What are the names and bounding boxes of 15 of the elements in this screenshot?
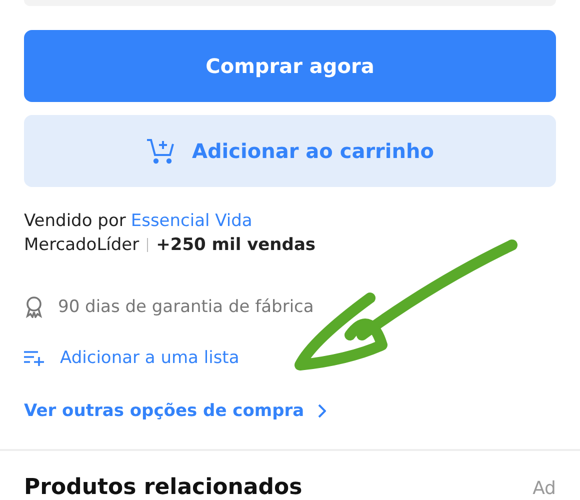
add-to-list-link[interactable]: Adicionar a uma lista	[60, 348, 240, 368]
seller-link[interactable]: Essencial Vida	[130, 209, 252, 233]
section-title: Produtos relacionados	[24, 475, 302, 500]
list-add-icon	[24, 350, 46, 366]
add-to-cart-button[interactable]: Adicionar ao carrinho	[24, 115, 556, 187]
chevron-right-icon	[318, 404, 326, 418]
award-icon	[24, 296, 44, 318]
buy-now-button[interactable]: Comprar agora	[24, 30, 556, 102]
cart-add-icon	[146, 138, 176, 164]
seller-level-label: MercadoLíder	[24, 234, 140, 257]
more-options-link[interactable]: Ver outras opções de compra	[24, 401, 304, 421]
warranty-text: 90 dias de garantia de fábrica	[58, 297, 314, 317]
sold-by-label: Vendido por	[24, 210, 126, 233]
ad-label: Ad	[532, 478, 556, 499]
sales-count: +250 mil vendas	[156, 234, 316, 257]
